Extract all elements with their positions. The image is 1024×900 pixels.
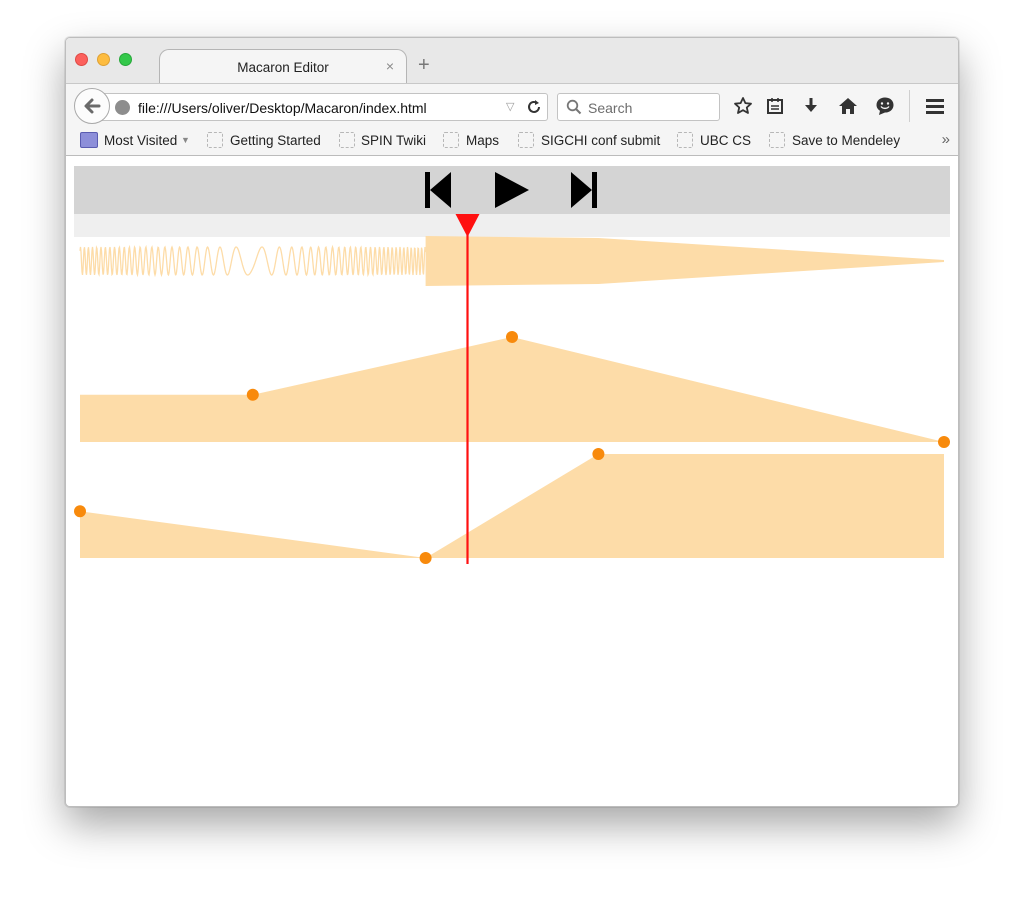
reading-list-icon[interactable] [764, 95, 786, 117]
keyframe-handle[interactable] [938, 436, 950, 448]
waveform-envelope [425, 236, 945, 286]
tracks-canvas[interactable] [66, 157, 959, 807]
bookmarks-toolbar: Most Visited ▼ Getting Started SPIN Twik… [66, 126, 958, 156]
url-bar[interactable]: file:///Users/oliver/Desktop/Macaron/ind… [92, 93, 548, 121]
keyframe-handle[interactable] [592, 448, 605, 460]
maximize-window-button[interactable] [119, 53, 132, 66]
browser-window: Macaron Editor × + file:///Users/oliver/… [65, 37, 959, 807]
keyframe-handle[interactable] [506, 331, 518, 343]
track-area [80, 337, 944, 442]
bookmark-page-icon [769, 132, 785, 148]
playhead-handle[interactable] [455, 214, 480, 237]
navigation-toolbar: file:///Users/oliver/Desktop/Macaron/ind… [66, 83, 958, 126]
bookmark-page-icon [443, 132, 459, 148]
title-bar: Macaron Editor × + [66, 38, 958, 84]
bookmark-page-icon [339, 132, 355, 148]
keyframe-handle[interactable] [419, 552, 432, 564]
bookmarks-overflow-icon[interactable]: » [942, 131, 950, 148]
back-button[interactable] [74, 88, 110, 124]
url-dropdown-icon[interactable]: ▽ [506, 100, 514, 113]
back-arrow-icon [84, 98, 101, 114]
bookmark-spin-twiki[interactable]: SPIN Twiki [361, 133, 426, 148]
bookmark-page-icon [207, 132, 223, 148]
home-icon[interactable] [837, 95, 859, 117]
globe-icon [115, 100, 130, 115]
toolbar-separator [909, 90, 910, 122]
chevron-down-icon[interactable]: ▼ [181, 135, 190, 145]
menu-icon[interactable] [924, 95, 946, 117]
keyframe-handle[interactable] [246, 388, 259, 401]
track-area [80, 454, 944, 558]
search-placeholder: Search [588, 100, 633, 116]
close-window-button[interactable] [75, 53, 88, 66]
smiley-icon[interactable] [874, 95, 896, 117]
bookmark-sigchi[interactable]: SIGCHI conf submit [541, 133, 660, 148]
amplitude-track[interactable] [80, 331, 950, 448]
bookmark-mendeley[interactable]: Save to Mendeley [792, 133, 900, 148]
bookmark-star-icon[interactable] [732, 95, 754, 117]
folder-icon [80, 132, 98, 148]
keyframe-handle[interactable] [74, 505, 86, 518]
waveform-track [79, 236, 945, 286]
url-text[interactable]: file:///Users/oliver/Desktop/Macaron/ind… [138, 100, 427, 116]
minimize-window-button[interactable] [97, 53, 110, 66]
value-track[interactable] [74, 448, 944, 564]
new-tab-button[interactable]: + [418, 55, 430, 75]
bookmark-maps[interactable]: Maps [466, 133, 499, 148]
reload-icon[interactable] [525, 98, 543, 119]
search-field[interactable]: Search [557, 93, 720, 121]
search-icon [566, 99, 582, 118]
tab-macaron-editor[interactable]: Macaron Editor × [159, 49, 407, 84]
bookmark-page-icon [677, 132, 693, 148]
download-icon[interactable] [800, 95, 822, 117]
bookmark-page-icon [518, 132, 534, 148]
waveform-chirp [79, 244, 427, 278]
bookmark-getting-started[interactable]: Getting Started [230, 133, 321, 148]
tab-title: Macaron Editor [237, 60, 329, 75]
bookmark-most-visited[interactable]: Most Visited [104, 133, 177, 148]
tab-close-icon[interactable]: × [386, 58, 394, 74]
editor-content [66, 157, 959, 807]
bookmark-ubc-cs[interactable]: UBC CS [700, 133, 751, 148]
